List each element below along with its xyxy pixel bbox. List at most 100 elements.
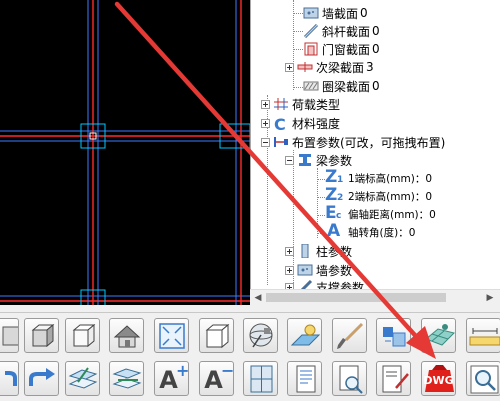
expand-toggle[interactable]: [285, 265, 294, 275]
measure-ruler-icon: [469, 328, 500, 346]
layout-params-icon: [273, 135, 289, 149]
edit-document-icon: [382, 365, 409, 393]
cube-wire-icon: [72, 323, 96, 348]
scroll-left-icon[interactable]: ◀: [253, 293, 263, 303]
layer-edit-button[interactable]: [65, 361, 100, 396]
tree-item-wall-params[interactable]: 墙参数: [285, 261, 352, 279]
tree-item-count: 0: [372, 79, 380, 93]
tree-item-label: 荷载类型: [292, 97, 341, 112]
tree-item-label: 圈梁截面: [322, 79, 371, 94]
preview-icon: [470, 365, 499, 394]
search-document-button[interactable]: [332, 361, 367, 396]
tree-item-door-window-section[interactable]: 门窗截面 0: [303, 40, 380, 58]
scrollbar-thumb[interactable]: [266, 293, 446, 302]
column-params-icon: [297, 243, 313, 259]
structure-blocks-icon: [383, 327, 406, 347]
brace-section-icon: [303, 23, 319, 39]
wall-params-icon: [297, 263, 313, 277]
tree-item-layout-params[interactable]: 布置参数(可改，可拖拽布置): [261, 133, 445, 151]
undo-icon: [5, 371, 17, 386]
tree-item-count: 0: [372, 42, 380, 56]
layer-edit-icon: [68, 367, 98, 389]
tree-item-wall-section[interactable]: 墙截面 0: [303, 4, 368, 22]
redo-icon: [29, 368, 55, 386]
expand-toggle[interactable]: [285, 246, 294, 256]
edit-document-button[interactable]: [376, 361, 411, 396]
layer-switch-button[interactable]: [109, 361, 144, 396]
cube-outline-icon: [205, 323, 230, 349]
tile-grid-icon: [425, 324, 455, 346]
secondary-beam-section-icon: [297, 60, 313, 74]
tree-item-label: 2端标高(mm)：0: [348, 190, 433, 203]
expand-toggle[interactable]: [261, 118, 270, 128]
home-view-button[interactable]: [109, 318, 144, 353]
tree-item-label: 墙参数: [316, 263, 353, 278]
wall-section-icon: [303, 6, 319, 20]
collapse-toggle[interactable]: [261, 137, 270, 147]
tree-item-label: 墙截面: [322, 6, 359, 21]
tree-item-label: 1端标高(mm)：0: [348, 172, 433, 185]
plane-render-icon: [290, 324, 321, 346]
tree-item-column-params[interactable]: 柱参数: [285, 242, 352, 260]
plane-render-button[interactable]: [287, 318, 322, 353]
view-iso-button[interactable]: [24, 318, 59, 353]
dwg-export-button[interactable]: DWG: [421, 361, 456, 396]
door-window-section-icon: [303, 42, 319, 56]
drawing-canvas[interactable]: [0, 0, 250, 305]
preview-button[interactable]: [466, 361, 500, 396]
tree-horizontal-scrollbar[interactable]: ◀ ▶: [250, 289, 500, 305]
font-decrease-button[interactable]: A −: [199, 361, 234, 396]
tree-item-end1-elevation[interactable]: Z 1 1端标高(mm)：0: [325, 167, 433, 187]
tree-item-label: 梁参数: [316, 153, 353, 168]
tree-item-end2-elevation[interactable]: Z 2 2端标高(mm)：0: [325, 185, 433, 205]
tree-item-label: 柱参数: [316, 244, 353, 259]
zoom-extents-button[interactable]: [154, 318, 189, 353]
measure-ruler-button[interactable]: [466, 318, 500, 353]
view-wire-button[interactable]: [65, 318, 100, 353]
tree-item-label: 布置参数(可改，可拖拽布置): [292, 135, 446, 150]
brush-icon: [337, 322, 364, 349]
tree-item-material-strength[interactable]: C 材料强度: [261, 114, 340, 134]
house-icon: [113, 325, 141, 348]
ring-beam-section-icon: [303, 79, 319, 93]
scroll-right-icon[interactable]: ▶: [485, 293, 495, 303]
structure-grid: [0, 0, 250, 305]
window-grid-button[interactable]: [243, 361, 278, 396]
tree-item-count: 0: [372, 24, 380, 38]
font-increase-button[interactable]: A +: [154, 361, 189, 396]
axis-rotation-icon: A: [327, 221, 341, 241]
collapse-toggle[interactable]: [285, 155, 294, 165]
brush-button[interactable]: [332, 318, 367, 353]
report-button[interactable]: [287, 361, 322, 396]
plus-icon: +: [176, 361, 189, 380]
cube-outline-button[interactable]: [199, 318, 234, 353]
expand-toggle[interactable]: [261, 99, 270, 109]
redo-button[interactable]: [24, 361, 59, 396]
tile-grid-button[interactable]: [421, 318, 456, 353]
tree-item-count: 3: [366, 60, 374, 74]
satellite-view-button[interactable]: [243, 318, 278, 353]
tree-item-load-type[interactable]: 荷载类型: [261, 95, 340, 113]
view-front-button[interactable]: [0, 318, 19, 353]
svg-text:C: C: [274, 116, 286, 132]
bottom-toolbar: A + A − DWG: [0, 312, 500, 401]
load-type-icon: [273, 97, 289, 111]
tree-item-axis-rotation[interactable]: A 轴转角(度)：0: [325, 221, 416, 241]
undo-button[interactable]: [0, 361, 19, 396]
structure-blocks-button[interactable]: [376, 318, 411, 353]
expand-toggle[interactable]: [285, 62, 294, 72]
tree-item-brace-section[interactable]: 斜杆截面 0: [303, 22, 380, 40]
cube-front-icon: [2, 326, 18, 346]
dwg-label: DWG: [423, 374, 454, 387]
tree-item-label: 偏轴距离(mm)：0: [348, 208, 436, 221]
tree-item-secondary-beam-section[interactable]: 次梁截面 3: [285, 58, 374, 76]
cube-iso-icon: [31, 323, 55, 348]
tree-item-beam-params[interactable]: 梁参数: [285, 151, 352, 169]
layer-switch-icon: [112, 368, 142, 389]
tree-item-ring-beam-section[interactable]: 圈梁截面 0: [303, 77, 380, 95]
window-grid-icon: [250, 365, 273, 393]
beam-params-icon: [297, 153, 313, 167]
tree-item-label: 轴转角(度)：0: [348, 226, 416, 239]
tree-item-axis-offset[interactable]: E c 偏轴距离(mm)：0: [325, 203, 436, 223]
search-document-icon: [339, 365, 363, 394]
